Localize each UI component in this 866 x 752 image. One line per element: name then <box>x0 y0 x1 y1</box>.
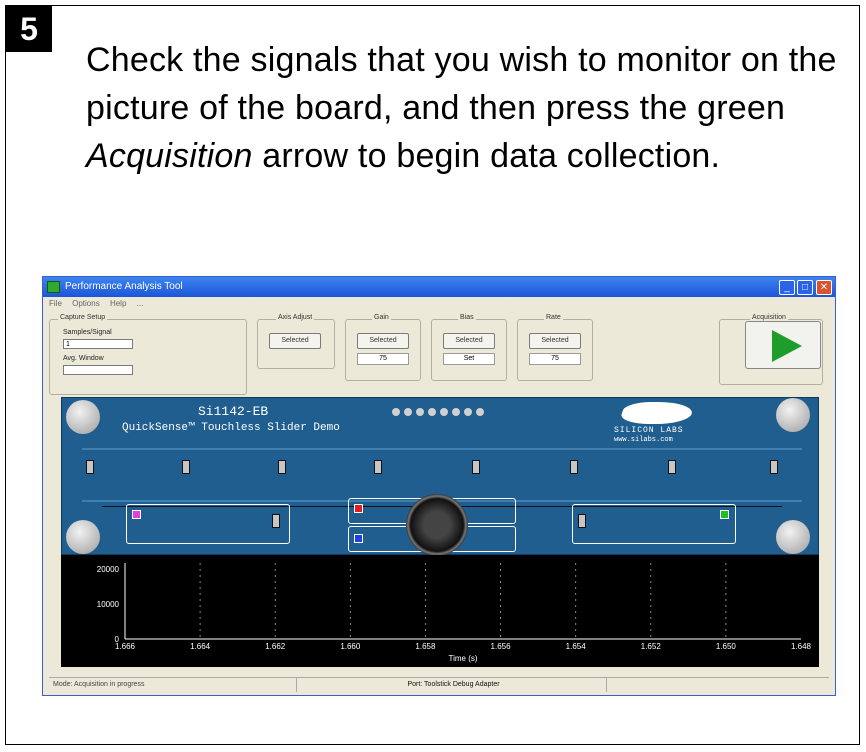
x-tick-label: 1.654 <box>566 642 587 651</box>
sensor-pad <box>472 460 480 474</box>
x-tick-label: 1.664 <box>190 642 211 651</box>
sensor-pad <box>278 460 286 474</box>
board-trace <box>82 448 802 450</box>
avg-window-label: Avg. Window <box>63 355 104 362</box>
standoff-bottom-left <box>66 520 100 554</box>
axis-adjust-button[interactable]: Selected <box>269 333 321 349</box>
board-led <box>476 408 484 416</box>
x-tick-label: 1.652 <box>641 642 662 651</box>
x-tick-label: 1.656 <box>491 642 512 651</box>
board-logo-text: SILICON LABS <box>614 426 684 435</box>
maximize-button[interactable]: □ <box>797 280 813 295</box>
status-bar: Mode: Acquisition in progress Port: Tool… <box>49 677 829 692</box>
instruction-text-1: Check the signals that you wish to monit… <box>86 41 837 127</box>
axis-adjust-label: Axis Adjust <box>276 314 315 321</box>
toolbar-area: Capture Setup Samples/Signal 1 Avg. Wind… <box>43 311 835 397</box>
y-tick-label: 20000 <box>97 565 120 574</box>
avg-window-input[interactable] <box>63 365 133 375</box>
board-title: Si1142-EB <box>198 404 269 419</box>
step-number-badge: 5 <box>6 6 52 52</box>
signal-checkbox-right[interactable] <box>720 510 729 519</box>
board-subtitle: QuickSense™ Touchless Slider Demo <box>122 422 340 434</box>
menu-item-help[interactable]: Help <box>110 299 126 308</box>
sensor-pad <box>668 460 676 474</box>
x-axis-label: Time (s) <box>448 654 477 663</box>
status-mode: Mode: Acquisition in progress <box>49 678 297 692</box>
gain-button[interactable]: Selected <box>357 333 409 349</box>
x-tick-label: 1.662 <box>265 642 286 651</box>
x-tick-label: 1.658 <box>415 642 436 651</box>
bias-value[interactable]: Set <box>443 353 495 365</box>
chart-canvas: 200001000001.666 1.664 1.662 1.660 1.658 1.65… <box>97 563 812 663</box>
board-led <box>464 408 472 416</box>
sensor-pad <box>182 460 190 474</box>
standoff-top-left <box>66 400 100 434</box>
menu-item-file[interactable]: File <box>49 299 62 308</box>
signal-select-region-right[interactable] <box>572 504 736 544</box>
sensor-pad <box>374 460 382 474</box>
acquisition-label: Acquisition <box>750 314 788 321</box>
rate-group: Rate <box>517 314 593 381</box>
status-port: Port: Toolstick Debug Adapter <box>297 678 607 692</box>
instruction-card: 5 Check the signals that you wish to mon… <box>5 5 860 745</box>
gain-value[interactable]: 75 <box>357 353 409 365</box>
window-titlebar[interactable]: Performance Analysis Tool _ □ ✕ <box>43 277 835 297</box>
x-tick-label: 1.648 <box>791 642 812 651</box>
standoff-top-right <box>776 398 810 432</box>
signal-checkbox-bottom[interactable] <box>354 534 363 543</box>
app-window: Performance Analysis Tool _ □ ✕ File Opt… <box>42 276 836 696</box>
window-title: Performance Analysis Tool <box>65 281 183 292</box>
sensor-pad <box>570 460 578 474</box>
close-button[interactable]: ✕ <box>816 280 832 295</box>
samples-label: Samples/Signal <box>63 329 112 336</box>
signal-chart: 20000 10000 0 1.666 1.664 1.662 1.660 1.658 1.65… <box>61 555 819 667</box>
signal-checkbox-top[interactable] <box>354 504 363 513</box>
board-led <box>416 408 424 416</box>
bias-label: Bias <box>458 314 476 321</box>
silicon-labs-logo-icon <box>617 402 697 424</box>
instruction-emphasis: Acquisition <box>86 137 253 175</box>
samples-input[interactable]: 1 <box>63 339 133 349</box>
menu-item-options[interactable]: Options <box>72 299 100 308</box>
signal-select-region-left[interactable] <box>126 504 290 544</box>
bias-button[interactable]: Selected <box>443 333 495 349</box>
bias-group: Bias <box>431 314 507 381</box>
rate-label: Rate <box>544 314 563 321</box>
y-tick-label: 10000 <box>97 600 120 609</box>
x-tick-label: 1.660 <box>340 642 361 651</box>
proximity-sensor-icon <box>406 494 468 556</box>
rate-value[interactable]: 75 <box>529 353 581 365</box>
menu-bar: File Options Help ... <box>43 297 835 311</box>
board-picture: Si1142-EB QuickSense™ Touchless Slider D… <box>61 397 819 556</box>
board-led <box>428 408 436 416</box>
sensor-pad <box>86 460 94 474</box>
capture-setup-label: Capture Setup <box>58 314 108 321</box>
board-led <box>404 408 412 416</box>
step-instruction: Check the signals that you wish to monit… <box>86 36 846 180</box>
board-led <box>440 408 448 416</box>
rate-button[interactable]: Selected <box>529 333 581 349</box>
board-led <box>392 408 400 416</box>
acquisition-button[interactable] <box>745 321 821 369</box>
standoff-bottom-right <box>776 520 810 554</box>
board-led <box>452 408 460 416</box>
gain-group: Gain <box>345 314 421 381</box>
sensor-pad <box>272 514 280 528</box>
board-logo-url: www.silabs.com <box>614 436 673 444</box>
instruction-text-2: arrow to begin data collection. <box>252 137 721 175</box>
x-tick-label: 1.666 <box>115 642 136 651</box>
play-arrow-icon <box>772 330 802 362</box>
sensor-pad <box>578 514 586 528</box>
minimize-button[interactable]: _ <box>779 280 795 295</box>
menu-item-more[interactable]: ... <box>137 299 144 308</box>
gain-label: Gain <box>372 314 391 321</box>
x-tick-label: 1.650 <box>716 642 737 651</box>
sensor-pad <box>770 460 778 474</box>
status-extra <box>607 678 829 692</box>
app-icon <box>47 281 60 293</box>
signal-checkbox-left[interactable] <box>132 510 141 519</box>
